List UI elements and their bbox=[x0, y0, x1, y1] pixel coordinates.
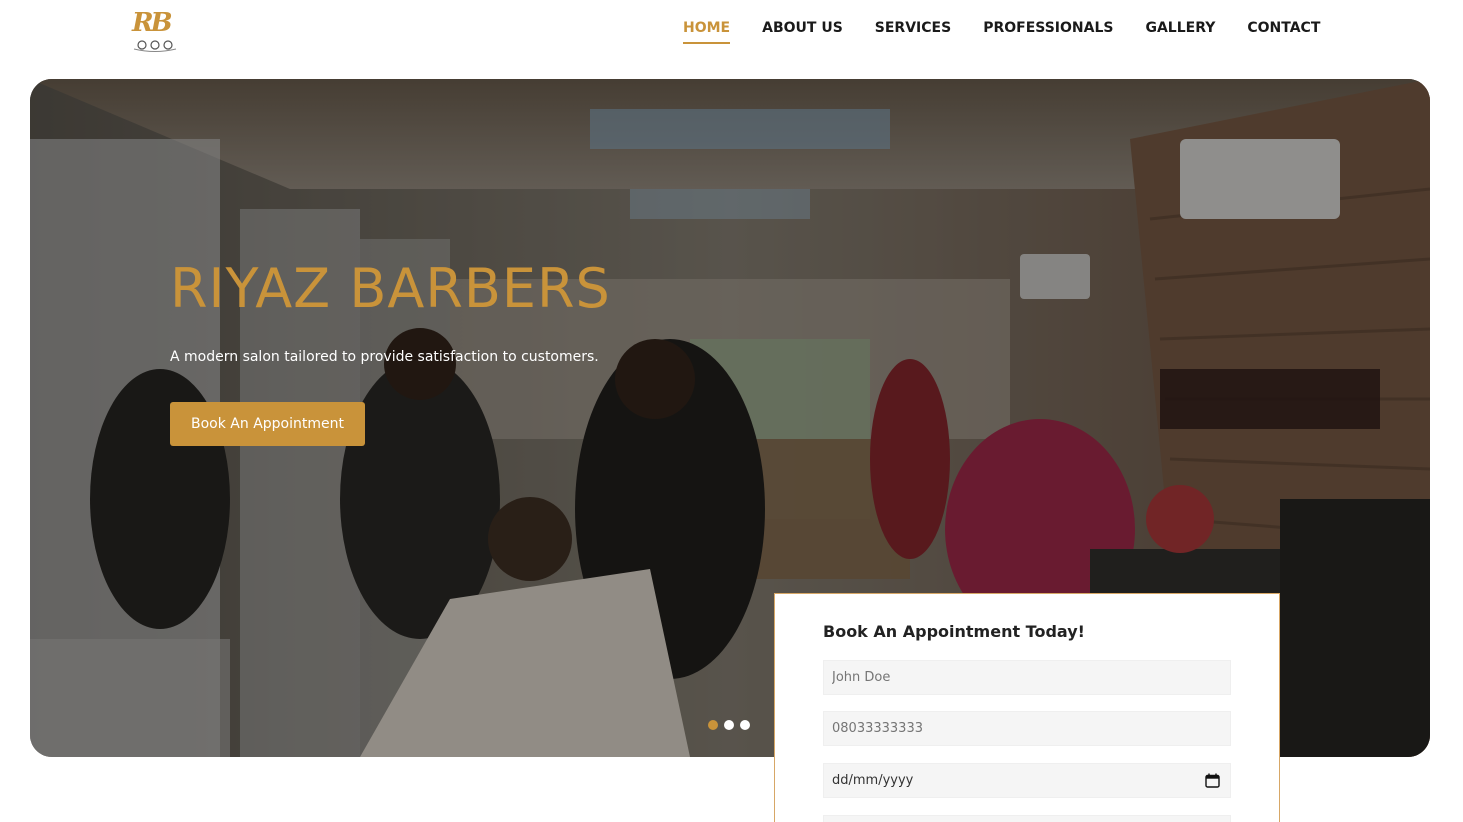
nav-home[interactable]: HOME bbox=[683, 18, 731, 44]
slider-dot-3[interactable] bbox=[740, 720, 750, 730]
logo-ornament-icon bbox=[133, 40, 177, 52]
slider-dot-2[interactable] bbox=[724, 720, 734, 730]
phone-input[interactable] bbox=[823, 711, 1231, 746]
date-input-placeholder: dd/mm/yyyy bbox=[832, 773, 914, 788]
name-input[interactable] bbox=[823, 660, 1231, 695]
nav-services[interactable]: SERVICES bbox=[875, 18, 951, 44]
nav-about-us[interactable]: ABOUT US bbox=[762, 18, 843, 44]
nav-contact[interactable]: CONTACT bbox=[1247, 18, 1320, 44]
hero-subtitle: A modern salon tailored to provide satis… bbox=[170, 349, 599, 365]
calendar-icon[interactable] bbox=[1205, 773, 1220, 788]
slider-dots bbox=[708, 720, 756, 730]
time-input[interactable] bbox=[823, 815, 1231, 822]
booking-form-title: Book An Appointment Today! bbox=[823, 622, 1085, 641]
logo-text: RB bbox=[132, 8, 173, 38]
date-input[interactable]: dd/mm/yyyy bbox=[823, 763, 1231, 798]
hero-title: RIYAZ BARBERS bbox=[170, 257, 611, 320]
logo[interactable]: RB bbox=[128, 8, 182, 56]
slider-dot-1[interactable] bbox=[708, 720, 718, 730]
site-header: RB HOME ABOUT US SERVICES PROFESSIONALS … bbox=[0, 0, 1463, 70]
booking-form-card: Book An Appointment Today! dd/mm/yyyy bbox=[774, 593, 1280, 822]
main-nav: HOME ABOUT US SERVICES PROFESSIONALS GAL… bbox=[683, 18, 1320, 44]
nav-professionals[interactable]: PROFESSIONALS bbox=[983, 18, 1113, 44]
nav-gallery[interactable]: GALLERY bbox=[1145, 18, 1215, 44]
book-appointment-button[interactable]: Book An Appointment bbox=[170, 402, 365, 446]
